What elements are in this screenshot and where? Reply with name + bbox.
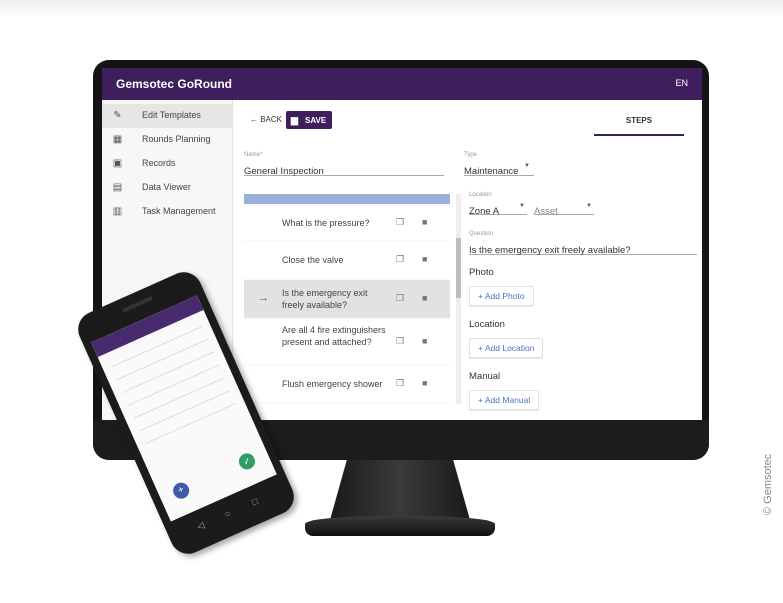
sidebar-item-label: Rounds Planning	[142, 134, 211, 144]
step-text: Is the emergency exit freely available?	[282, 288, 368, 310]
sidebar-item-label: Records	[142, 158, 176, 168]
step-row[interactable]: What is the pressure? ❐ ■	[244, 206, 450, 240]
delete-icon[interactable]: ■	[422, 378, 427, 388]
pencil-icon: ✎	[113, 110, 122, 121]
calendar-icon: ▦	[112, 134, 123, 145]
copy-icon[interactable]: ❐	[396, 254, 404, 265]
sidebar-item-records[interactable]: ▣ Records	[102, 152, 232, 176]
calendar-check-icon: ▣	[112, 158, 123, 169]
phone-check-fab: ✓	[236, 450, 258, 472]
question-field[interactable]: Is the emergency exit freely available?	[469, 240, 697, 256]
type-select-value: Maintenance	[464, 166, 519, 177]
delete-icon[interactable]: ■	[422, 293, 427, 303]
step-row[interactable]: Close the valve ❐ ■	[244, 242, 450, 278]
sidebar-item-label: Data Viewer	[142, 182, 191, 192]
sidebar-item-label: Task Management	[142, 206, 216, 216]
sidebar-item-edit-templates[interactable]: ✎ Edit Templates	[102, 104, 232, 128]
step-text: Flush emergency shower	[282, 379, 383, 389]
add-manual-button[interactable]: + Add Manual	[469, 390, 540, 410]
photo-section-title: Photo	[469, 267, 494, 278]
chevron-down-icon: ▼	[586, 203, 592, 209]
chevron-down-icon: ▼	[519, 203, 525, 209]
step-row[interactable]: Are all 4 fire extinguishers present and…	[244, 320, 450, 364]
location-select[interactable]: Zone A ▼	[469, 201, 527, 217]
type-field-label: Type	[464, 152, 478, 158]
app-title: Gemsotec GoRound	[116, 77, 233, 91]
step-text: Close the valve	[282, 255, 344, 265]
back-nav-icon: ◁	[195, 519, 206, 532]
language-switcher[interactable]: EN	[675, 78, 688, 88]
arrow-right-icon: →	[258, 292, 269, 304]
sidebar-item-rounds-planning[interactable]: ▦ Rounds Planning	[102, 128, 232, 152]
recents-nav-icon: □	[250, 496, 260, 508]
app-bar: Gemsotec GoRound EN	[102, 68, 702, 100]
name-field[interactable]: General Inspection	[244, 161, 444, 177]
step-row-selected[interactable]: → Is the emergency exit freely available…	[244, 280, 450, 318]
steps-scrollbar-thumb[interactable]	[456, 238, 461, 298]
manual-section-title: Manual	[469, 371, 501, 382]
save-button-label: SAVE	[305, 116, 327, 125]
location-section-title: Location	[469, 319, 505, 330]
save-button[interactable]: ▆ SAVE	[286, 111, 332, 129]
name-field-label: Name*	[244, 152, 263, 158]
phone-list-divider	[144, 402, 237, 445]
sidebar-item-data-viewer[interactable]: ▤ Data Viewer	[102, 176, 232, 200]
steps-list-header	[244, 194, 450, 204]
floppy-disk-icon: ▆	[291, 115, 298, 125]
copyright-credit: © Gemsotec	[762, 453, 774, 515]
step-text: Are all 4 fire extinguishers present and…	[282, 325, 386, 347]
delete-icon[interactable]: ■	[422, 217, 427, 227]
phone-add-fab: +	[170, 480, 192, 502]
sidebar-item-task-management[interactable]: ▥ Task Management	[102, 200, 232, 224]
chevron-down-icon: ▼	[524, 163, 530, 169]
asset-select[interactable]: Asset ▼	[534, 201, 594, 217]
copy-icon[interactable]: ❐	[396, 293, 404, 304]
type-select[interactable]: Maintenance ▼	[464, 161, 534, 177]
copy-icon[interactable]: ❐	[396, 336, 404, 347]
question-field-label: Question	[469, 231, 494, 237]
monitor-stand-base	[305, 516, 495, 536]
steps-scrollbar[interactable]	[456, 194, 461, 404]
phone-speaker	[122, 295, 154, 313]
copy-icon[interactable]: ❐	[396, 217, 404, 228]
task-icon: ▥	[112, 206, 123, 217]
delete-icon[interactable]: ■	[422, 336, 427, 346]
sidebar-item-label: Edit Templates	[142, 110, 201, 120]
delete-icon[interactable]: ■	[422, 254, 427, 264]
add-photo-button[interactable]: + Add Photo	[469, 286, 534, 306]
copy-icon[interactable]: ❐	[396, 378, 404, 389]
step-row[interactable]: Flush emergency shower ❐ ■	[244, 366, 450, 402]
top-band	[0, 0, 783, 18]
step-text: What is the pressure?	[282, 218, 370, 228]
asset-select-value: Asset	[534, 206, 558, 217]
tab-steps[interactable]: STEPS	[594, 108, 684, 136]
location-field-label: Location	[469, 192, 492, 198]
add-location-button[interactable]: + Add Location	[469, 338, 544, 358]
name-field-value: General Inspection	[244, 166, 324, 177]
question-field-value: Is the emergency exit freely available?	[469, 245, 631, 256]
location-select-value: Zone A	[469, 206, 500, 217]
data-viewer-icon: ▤	[112, 182, 123, 193]
monitor-stand-neck	[330, 460, 470, 520]
home-nav-icon: ○	[222, 508, 232, 520]
back-button[interactable]: ← BACK	[250, 115, 282, 124]
